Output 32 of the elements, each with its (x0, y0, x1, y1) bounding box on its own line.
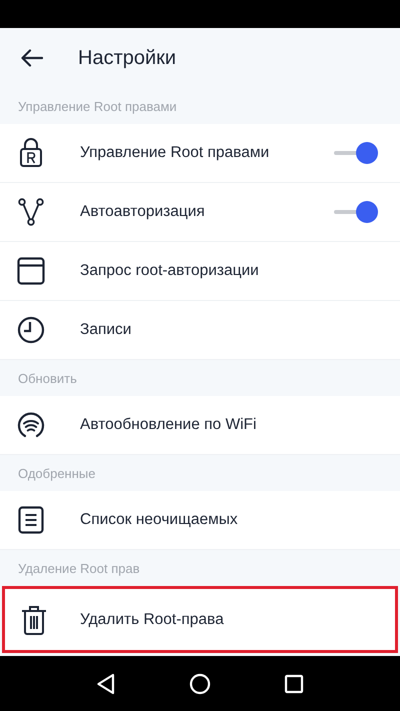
home-icon[interactable] (188, 672, 211, 694)
settings-label: Автообновление по WiFi (80, 416, 258, 434)
settings-label: Управление Root правами (80, 144, 270, 162)
settings-row[interactable]: Список неочищаемых (0, 491, 400, 550)
settings-row[interactable]: Управление Root правами (0, 124, 400, 183)
section-header: Одобренные (18, 466, 96, 480)
wifi-icon (17, 411, 45, 439)
recents-icon[interactable] (284, 674, 304, 694)
back-arrow-icon (21, 49, 43, 67)
settings-label: Записи (80, 321, 132, 339)
settings-label: Удалить Root-права (80, 610, 225, 628)
settings-row[interactable]: Записи (0, 301, 400, 360)
trash-icon (20, 604, 46, 634)
back-icon[interactable] (96, 672, 116, 694)
settings-label: Автоавторизация (80, 203, 206, 221)
settings-label: Список неочищаемых (80, 511, 239, 529)
settings-row[interactable]: Запрос root-авторизации (0, 242, 400, 301)
settings-row[interactable]: Автоавторизация (0, 183, 400, 242)
toggle-switch[interactable] (334, 141, 378, 165)
section-header: Удаление Root прав (18, 560, 140, 576)
settings-row[interactable]: Удалить Root-права (2, 586, 398, 653)
clock-icon (17, 316, 45, 344)
settings-row[interactable]: Автообновление по WiFi (0, 396, 400, 455)
section-header: Управление Root правами (18, 98, 177, 114)
lock-icon (18, 138, 44, 168)
screen-title: Настройки (78, 46, 176, 70)
document-icon (18, 506, 44, 534)
settings-label: Запрос root-авторизации (80, 262, 260, 280)
toggle-switch[interactable] (334, 200, 378, 224)
window-icon (17, 257, 45, 285)
branch-icon (18, 198, 44, 226)
section-header: Обновить (18, 370, 77, 386)
